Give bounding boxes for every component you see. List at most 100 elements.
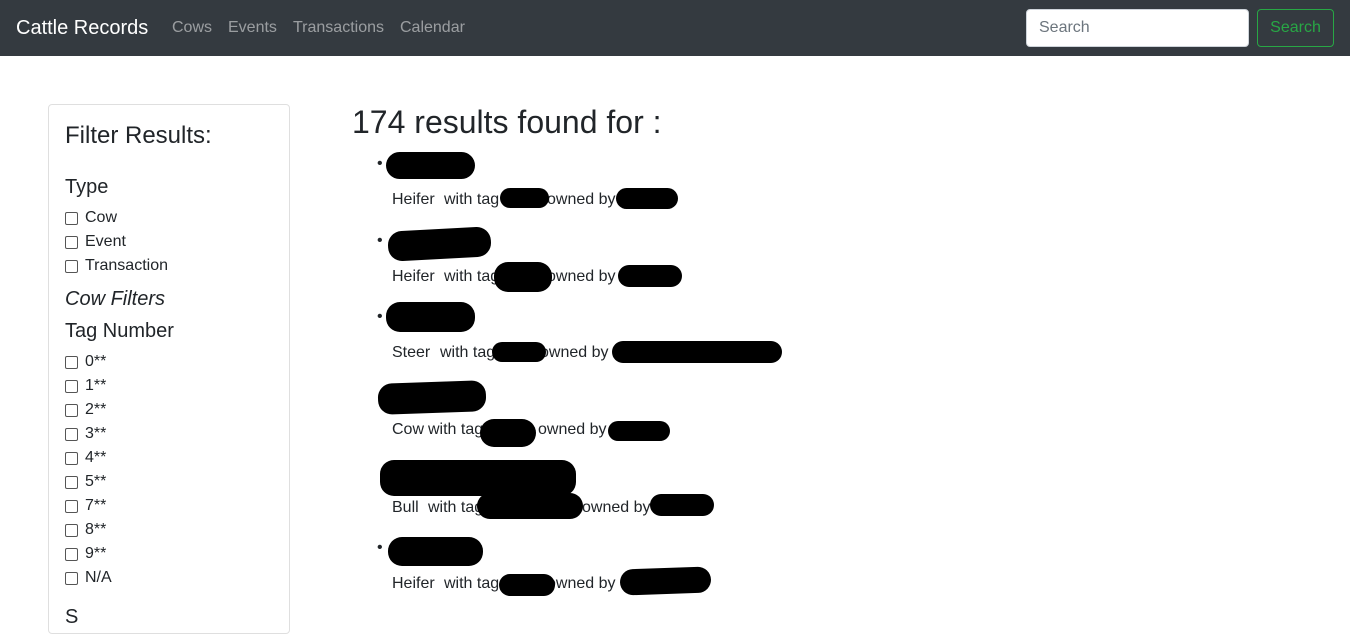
- result-kind: Heifer: [392, 191, 435, 208]
- filter-option-label: 8**: [85, 521, 107, 538]
- filter-option-label: 7**: [85, 497, 107, 514]
- search-input[interactable]: [1026, 9, 1249, 47]
- bullet: •: [377, 155, 383, 172]
- nav-link-cows[interactable]: Cows: [172, 18, 212, 38]
- nav-link-calendar[interactable]: Calendar: [400, 18, 465, 38]
- bullet: •: [377, 539, 383, 556]
- filter-option-label: 3**: [85, 425, 107, 442]
- filter-option-tag-0[interactable]: 0**: [65, 351, 106, 373]
- redacted-tag: [477, 493, 583, 519]
- filter-option-tag-na[interactable]: N/A: [65, 567, 112, 589]
- result-kind: Heifer: [392, 575, 435, 592]
- result-kind: Bull: [392, 499, 419, 516]
- bullet: •: [377, 232, 383, 249]
- with-tag-text: with tag: [444, 268, 500, 285]
- owned-by-text: owned by: [547, 191, 616, 208]
- filter-option-label: Cow: [85, 209, 118, 226]
- redacted-owner: [612, 341, 782, 363]
- with-tag-text: with tag: [428, 421, 484, 438]
- redacted-owner: [618, 265, 682, 287]
- checkbox[interactable]: [65, 403, 78, 417]
- owned-by-text: owned by: [538, 421, 607, 438]
- result-item: • Heifer with tag owned by: [352, 536, 952, 606]
- filter-option-tag-7[interactable]: 7**: [65, 495, 106, 517]
- redacted-name[interactable]: [386, 302, 475, 332]
- checkbox[interactable]: [65, 355, 78, 369]
- filter-option-tag-4[interactable]: 4**: [65, 447, 106, 469]
- bullet: •: [377, 308, 383, 325]
- checkbox[interactable]: [65, 427, 78, 441]
- redacted-name[interactable]: [380, 460, 576, 496]
- redacted-tag: [494, 262, 552, 292]
- result-item: • Steer with tag owned by: [352, 302, 952, 375]
- checkbox[interactable]: [65, 235, 78, 249]
- redacted-owner: [616, 188, 678, 209]
- nav-link-transactions[interactable]: Transactions: [293, 18, 384, 38]
- tag-number-heading: Tag Number: [65, 320, 174, 342]
- filter-option-tag-5[interactable]: 5**: [65, 471, 106, 493]
- cow-filters-heading: Cow Filters: [65, 288, 166, 310]
- filter-option-label: 0**: [85, 353, 107, 370]
- filter-option-transaction[interactable]: Transaction: [65, 255, 168, 277]
- redacted-owner: [650, 494, 714, 516]
- result-kind: Steer: [392, 344, 431, 361]
- redacted-owner: [608, 421, 670, 441]
- result-item: • Heifer with tag owned by: [352, 152, 952, 222]
- result-kind: Cow: [392, 421, 425, 438]
- result-kind: Heifer: [392, 268, 435, 285]
- redacted-name[interactable]: [388, 537, 483, 566]
- brand-link[interactable]: Cattle Records: [16, 15, 148, 41]
- redacted-name[interactable]: [386, 152, 475, 179]
- checkbox[interactable]: [65, 499, 78, 513]
- filter-option-tag-1[interactable]: 1**: [65, 375, 106, 397]
- checkbox[interactable]: [65, 451, 78, 465]
- owned-by-text: owned by: [547, 575, 616, 592]
- filter-panel: Filter Results: Type Cow Event Transacti…: [48, 104, 290, 634]
- checkbox[interactable]: [65, 571, 78, 585]
- checkbox[interactable]: [65, 211, 78, 225]
- results-title: 174 results found for :: [352, 104, 662, 140]
- result-item: Bull with tag owned by: [352, 460, 952, 530]
- navbar: Cattle Records Cows Events Transactions …: [0, 0, 1350, 56]
- checkbox[interactable]: [65, 475, 78, 489]
- next-filter-heading: S: [65, 606, 79, 628]
- checkbox[interactable]: [65, 379, 78, 393]
- filter-title: Filter Results:: [65, 122, 212, 149]
- owned-by-text: owned by: [547, 268, 616, 285]
- filter-option-label: 1**: [85, 377, 107, 394]
- filter-option-tag-9[interactable]: 9**: [65, 543, 106, 565]
- checkbox[interactable]: [65, 547, 78, 561]
- filter-option-label: N/A: [85, 569, 112, 586]
- nav-link-events[interactable]: Events: [228, 18, 277, 38]
- filter-option-label: 2**: [85, 401, 107, 418]
- filter-option-event[interactable]: Event: [65, 231, 126, 253]
- redacted-tag: [492, 342, 546, 362]
- filter-option-label: 9**: [85, 545, 107, 562]
- filter-option-tag-8[interactable]: 8**: [65, 519, 106, 541]
- filter-option-tag-3[interactable]: 3**: [65, 423, 106, 445]
- filter-option-label: 5**: [85, 473, 107, 490]
- type-heading: Type: [65, 176, 109, 198]
- with-tag-text: with tag: [444, 191, 500, 208]
- result-item: • Heifer with tag owned by: [352, 226, 952, 299]
- redacted-tag: [500, 188, 549, 208]
- with-tag-text: with tag: [428, 499, 484, 516]
- redacted-owner: [619, 566, 712, 596]
- search-button[interactable]: Search: [1257, 9, 1334, 47]
- filter-option-cow[interactable]: Cow: [65, 207, 117, 229]
- owned-by-text: owned by: [540, 344, 609, 361]
- redacted-tag: [480, 419, 536, 447]
- with-tag-text: with tag: [444, 575, 500, 592]
- checkbox[interactable]: [65, 259, 78, 273]
- checkbox[interactable]: [65, 523, 78, 537]
- result-item: Cow with tag owned by: [352, 380, 952, 452]
- filter-option-label: Event: [85, 233, 126, 250]
- filter-option-label: Transaction: [85, 257, 168, 274]
- redacted-tag: [499, 574, 555, 596]
- owned-by-text: owned by: [582, 499, 651, 516]
- redacted-name[interactable]: [387, 226, 492, 262]
- filter-option-tag-2[interactable]: 2**: [65, 399, 106, 421]
- with-tag-text: with tag: [440, 344, 496, 361]
- filter-option-label: 4**: [85, 449, 107, 466]
- redacted-name[interactable]: [377, 380, 487, 415]
